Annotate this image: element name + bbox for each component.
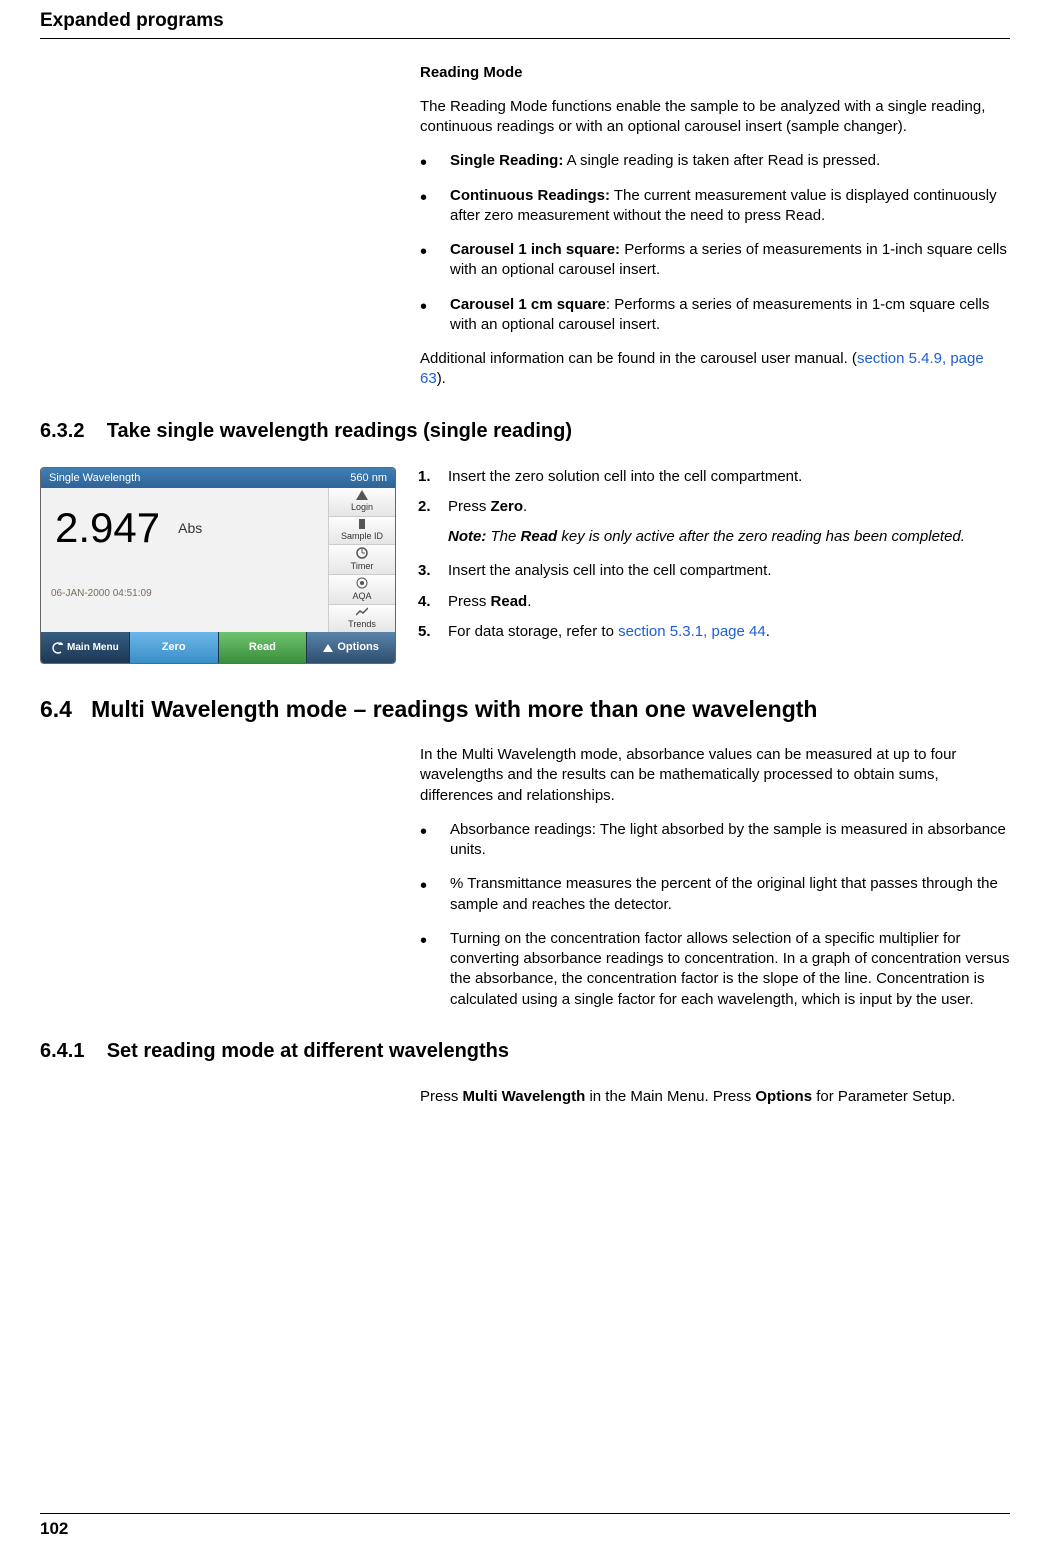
reading-mode-outro: Additional information can be found in t… bbox=[420, 349, 1010, 390]
list-item: Carousel 1 inch square: Performs a serie… bbox=[420, 240, 1010, 281]
reading-mode-title: Reading Mode bbox=[420, 64, 523, 81]
step-number: 5. bbox=[418, 622, 431, 642]
clock-icon bbox=[356, 547, 368, 559]
bullet-text: % Transmittance measures the percent of … bbox=[450, 875, 998, 912]
section-641-heading: 6.4.1 Set reading mode at different wave… bbox=[40, 1038, 1010, 1065]
list-item: Carousel 1 cm square: Performs a series … bbox=[420, 295, 1010, 336]
step-number: 2. bbox=[418, 497, 431, 517]
screenshot-wavelength: 560 nm bbox=[350, 471, 387, 486]
step-text: Press bbox=[448, 593, 491, 610]
step-bold: Read bbox=[491, 593, 528, 610]
login-button[interactable]: Login bbox=[329, 488, 395, 516]
list-item: Single Reading: A single reading is take… bbox=[420, 151, 1010, 171]
options-button[interactable]: Options bbox=[307, 632, 395, 663]
step-number: 1. bbox=[418, 467, 431, 487]
zero-button[interactable]: Zero bbox=[130, 632, 219, 663]
section-title: Set reading mode at different wavelength… bbox=[107, 1040, 509, 1062]
section-number: 6.3.2 bbox=[40, 420, 84, 442]
rm-item-label: Carousel 1 inch square: bbox=[450, 241, 620, 258]
step-item: 3. Insert the analysis cell into the cell… bbox=[418, 561, 1010, 581]
step-item: 1. Insert the zero solution cell into the… bbox=[418, 467, 1010, 487]
aqa-button[interactable]: AQA bbox=[329, 575, 395, 605]
step-text: For data storage, refer to bbox=[448, 623, 618, 640]
rm-outro-post: ). bbox=[437, 370, 446, 387]
section-number: 6.4 bbox=[40, 696, 72, 722]
note-bold: Read bbox=[521, 528, 558, 545]
section-632-heading: 6.3.2 Take single wavelength readings (s… bbox=[40, 418, 1010, 445]
target-icon bbox=[356, 577, 368, 589]
step-item: 5. For data storage, refer to section 5.3… bbox=[418, 622, 1010, 642]
para-text: in the Main Menu. Press bbox=[585, 1088, 755, 1105]
sample-id-button[interactable]: Sample ID bbox=[329, 517, 395, 545]
xref-section-531[interactable]: section 5.3.1, page 44 bbox=[618, 623, 766, 640]
section-number: 6.4.1 bbox=[40, 1040, 84, 1062]
bullet-text: Turning on the concentration factor allo… bbox=[450, 930, 1010, 1008]
measurement-value: 2.947 bbox=[55, 500, 160, 557]
step-text: Insert the zero solution cell into the c… bbox=[448, 468, 802, 485]
list-item: % Transmittance measures the percent of … bbox=[420, 874, 1010, 915]
screenshot-title: Single Wavelength bbox=[49, 471, 140, 486]
side-label: Sample ID bbox=[341, 530, 383, 542]
rm-item-label: Carousel 1 cm square bbox=[450, 296, 606, 313]
step-item: 2. Press Zero. bbox=[418, 497, 1010, 517]
note: Note: The Read key is only active after … bbox=[448, 527, 1010, 547]
side-label: Login bbox=[351, 501, 373, 513]
measurement-unit[interactable]: Abs bbox=[174, 517, 206, 540]
step-bold: Zero bbox=[491, 498, 524, 515]
note-text: The bbox=[486, 528, 520, 545]
rm-outro-pre: Additional information can be found in t… bbox=[420, 350, 857, 367]
section-title: Multi Wavelength mode – readings with mo… bbox=[91, 696, 817, 722]
step-item: 4. Press Read. bbox=[418, 592, 1010, 612]
para-text: for Parameter Setup. bbox=[812, 1088, 955, 1105]
reading-mode-intro: The Reading Mode functions enable the sa… bbox=[420, 97, 1010, 138]
main-menu-button[interactable]: Main Menu bbox=[41, 632, 130, 663]
section-64-heading: 6.4 Multi Wavelength mode – readings wit… bbox=[40, 694, 1010, 725]
list-item: Absorbance readings: The light absorbed … bbox=[420, 820, 1010, 861]
foot-label: Read bbox=[249, 640, 276, 655]
device-screenshot: Single Wavelength 560 nm 2.947 Abs 06-JA… bbox=[40, 467, 396, 665]
step-text: Press bbox=[448, 498, 491, 515]
list-item: Turning on the concentration factor allo… bbox=[420, 929, 1010, 1010]
step-text: Insert the analysis cell into the cell c… bbox=[448, 562, 771, 579]
page-number: 102 bbox=[40, 1513, 1010, 1541]
para-text: Press bbox=[420, 1088, 463, 1105]
step-number: 4. bbox=[418, 592, 431, 612]
rm-item-text: A single reading is taken after Read is … bbox=[563, 152, 880, 169]
foot-label: Zero bbox=[162, 640, 186, 655]
bullet-text: Absorbance readings: The light absorbed … bbox=[450, 821, 1006, 858]
sec641-para: Press Multi Wavelength in the Main Menu.… bbox=[420, 1087, 1010, 1107]
section-title: Take single wavelength readings (single … bbox=[107, 420, 572, 442]
para-bold: Options bbox=[755, 1088, 812, 1105]
rm-item-label: Single Reading: bbox=[450, 152, 563, 169]
flask-icon bbox=[356, 519, 368, 529]
foot-label: Options bbox=[337, 640, 379, 655]
chart-icon bbox=[356, 607, 368, 617]
sec64-intro: In the Multi Wavelength mode, absorbance… bbox=[420, 745, 1010, 806]
arrow-up-icon bbox=[323, 644, 333, 652]
side-label: Trends bbox=[348, 618, 376, 630]
para-bold: Multi Wavelength bbox=[463, 1088, 586, 1105]
step-number: 3. bbox=[418, 561, 431, 581]
back-arrow-icon bbox=[51, 642, 63, 654]
timer-button[interactable]: Timer bbox=[329, 545, 395, 575]
foot-label: Main Menu bbox=[67, 643, 119, 653]
step-text: . bbox=[523, 498, 527, 515]
page-header: Expanded programs bbox=[40, 8, 1010, 39]
side-label: AQA bbox=[352, 590, 371, 602]
trends-button[interactable]: Trends bbox=[329, 605, 395, 632]
note-label: Note: bbox=[448, 528, 486, 545]
rm-item-label: Continuous Readings: bbox=[450, 187, 610, 204]
note-text: key is only active after the zero readin… bbox=[557, 528, 965, 545]
step-text: . bbox=[527, 593, 531, 610]
side-label: Timer bbox=[351, 560, 374, 572]
read-button[interactable]: Read bbox=[219, 632, 308, 663]
step-text: . bbox=[766, 623, 770, 640]
list-item: Continuous Readings: The current measure… bbox=[420, 186, 1010, 227]
measurement-datetime: 06-JAN-2000 04:51:09 bbox=[49, 557, 320, 603]
arrow-up-icon bbox=[356, 490, 368, 500]
